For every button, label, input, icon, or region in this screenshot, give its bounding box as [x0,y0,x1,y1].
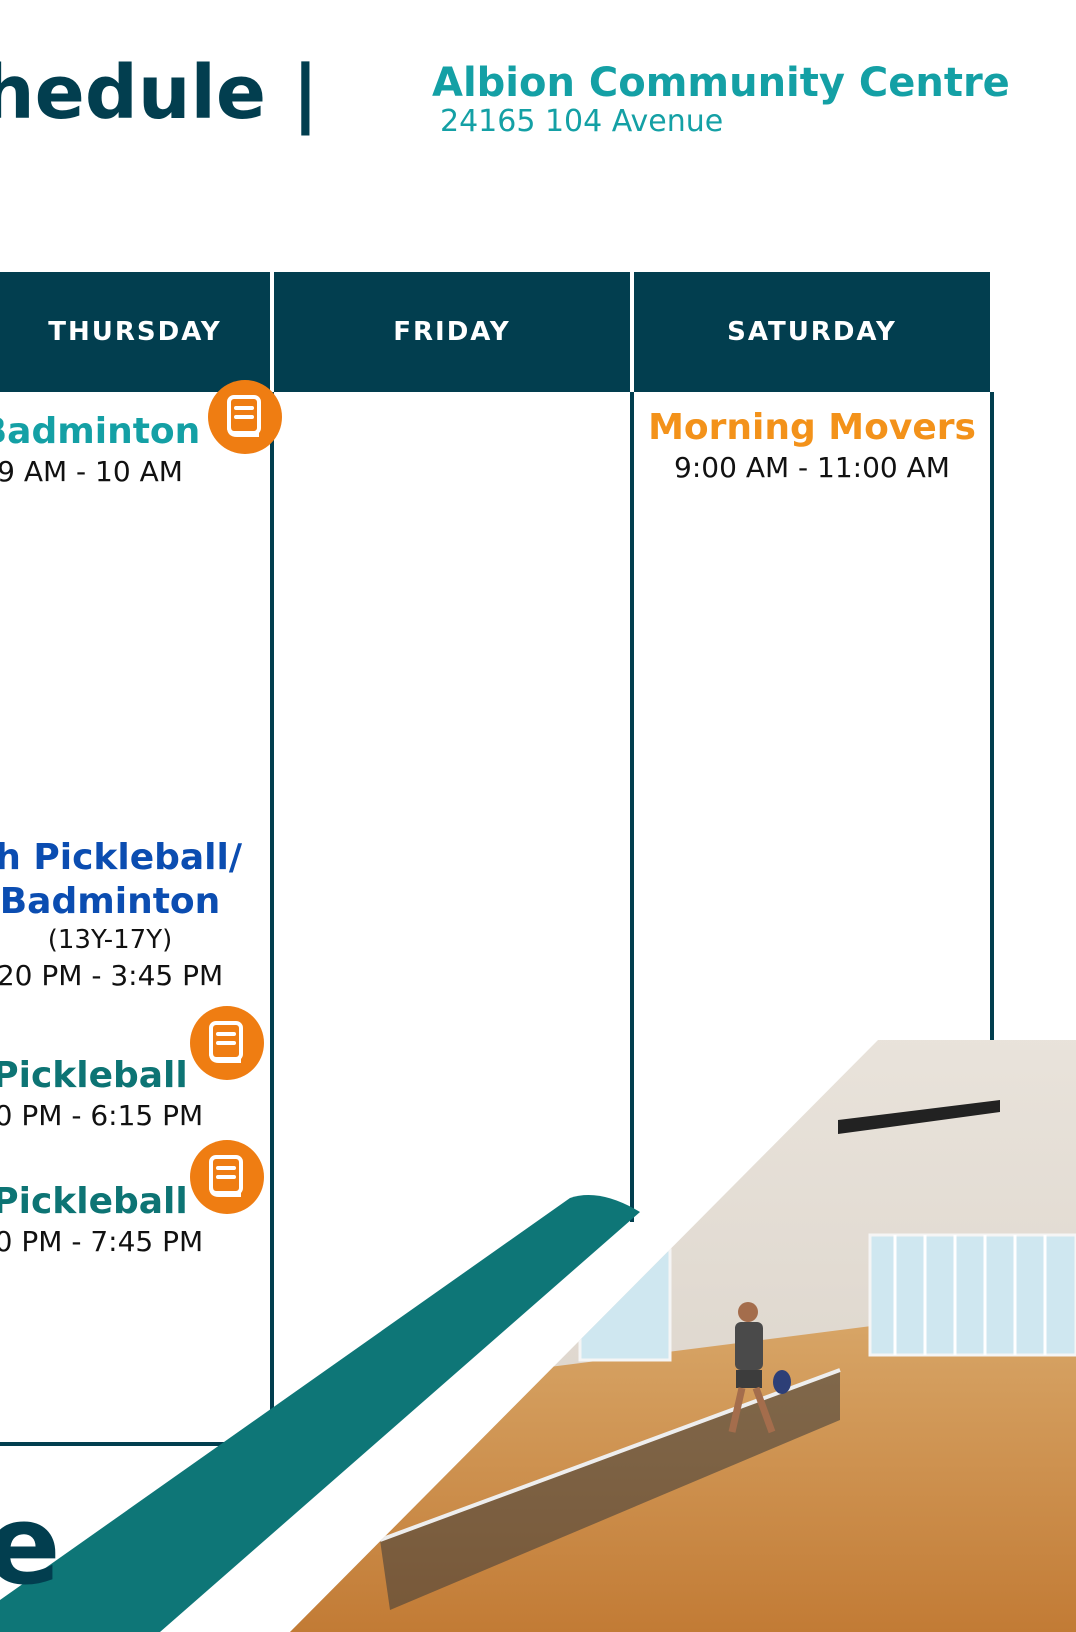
event-name: Badminton [0,411,201,452]
book-icon[interactable] [208,380,282,454]
event-name: Badminton [0,880,221,922]
event-time: 30 PM - 7:45 PM [0,1224,204,1258]
event-time: 00 PM - 6:15 PM [0,1098,204,1132]
event-time: 9 AM - 10 AM [0,454,183,488]
event-badminton: Badminton 9 AM - 10 AM [0,410,240,490]
centre-address: 24165 104 Avenue [440,104,724,139]
book-icon[interactable] [190,1006,264,1080]
event-name: Morning Movers [648,407,976,448]
event-youth-pickleball-badminton: th Pickleball/ Badminton (13Y-17Y) 20 PM… [0,836,280,994]
day-header-friday: FRIDAY [274,272,630,392]
column-divider [630,392,634,1222]
page-title: hedule | [0,50,319,136]
table-bottom-border [0,1442,274,1446]
book-icon[interactable] [190,1140,264,1214]
column-divider [990,392,994,1042]
day-header-thursday: THURSDAY [0,272,270,392]
day-header-saturday: SATURDAY [634,272,990,392]
footer-fragment: e [0,1481,61,1609]
event-name: th Pickleball/ [0,837,243,878]
gym-photo [0,1040,1076,1632]
event-time: 9:00 AM - 11:00 AM [674,450,950,484]
event-time: 20 PM - 3:45 PM [0,958,224,992]
event-morning-movers: Morning Movers 9:00 AM - 11:00 AM [634,406,990,486]
centre-info: Albion Community Centre 24165 104 Avenue [432,62,1010,140]
event-age: (13Y-17Y) [47,924,173,955]
centre-name: Albion Community Centre [432,60,1010,106]
